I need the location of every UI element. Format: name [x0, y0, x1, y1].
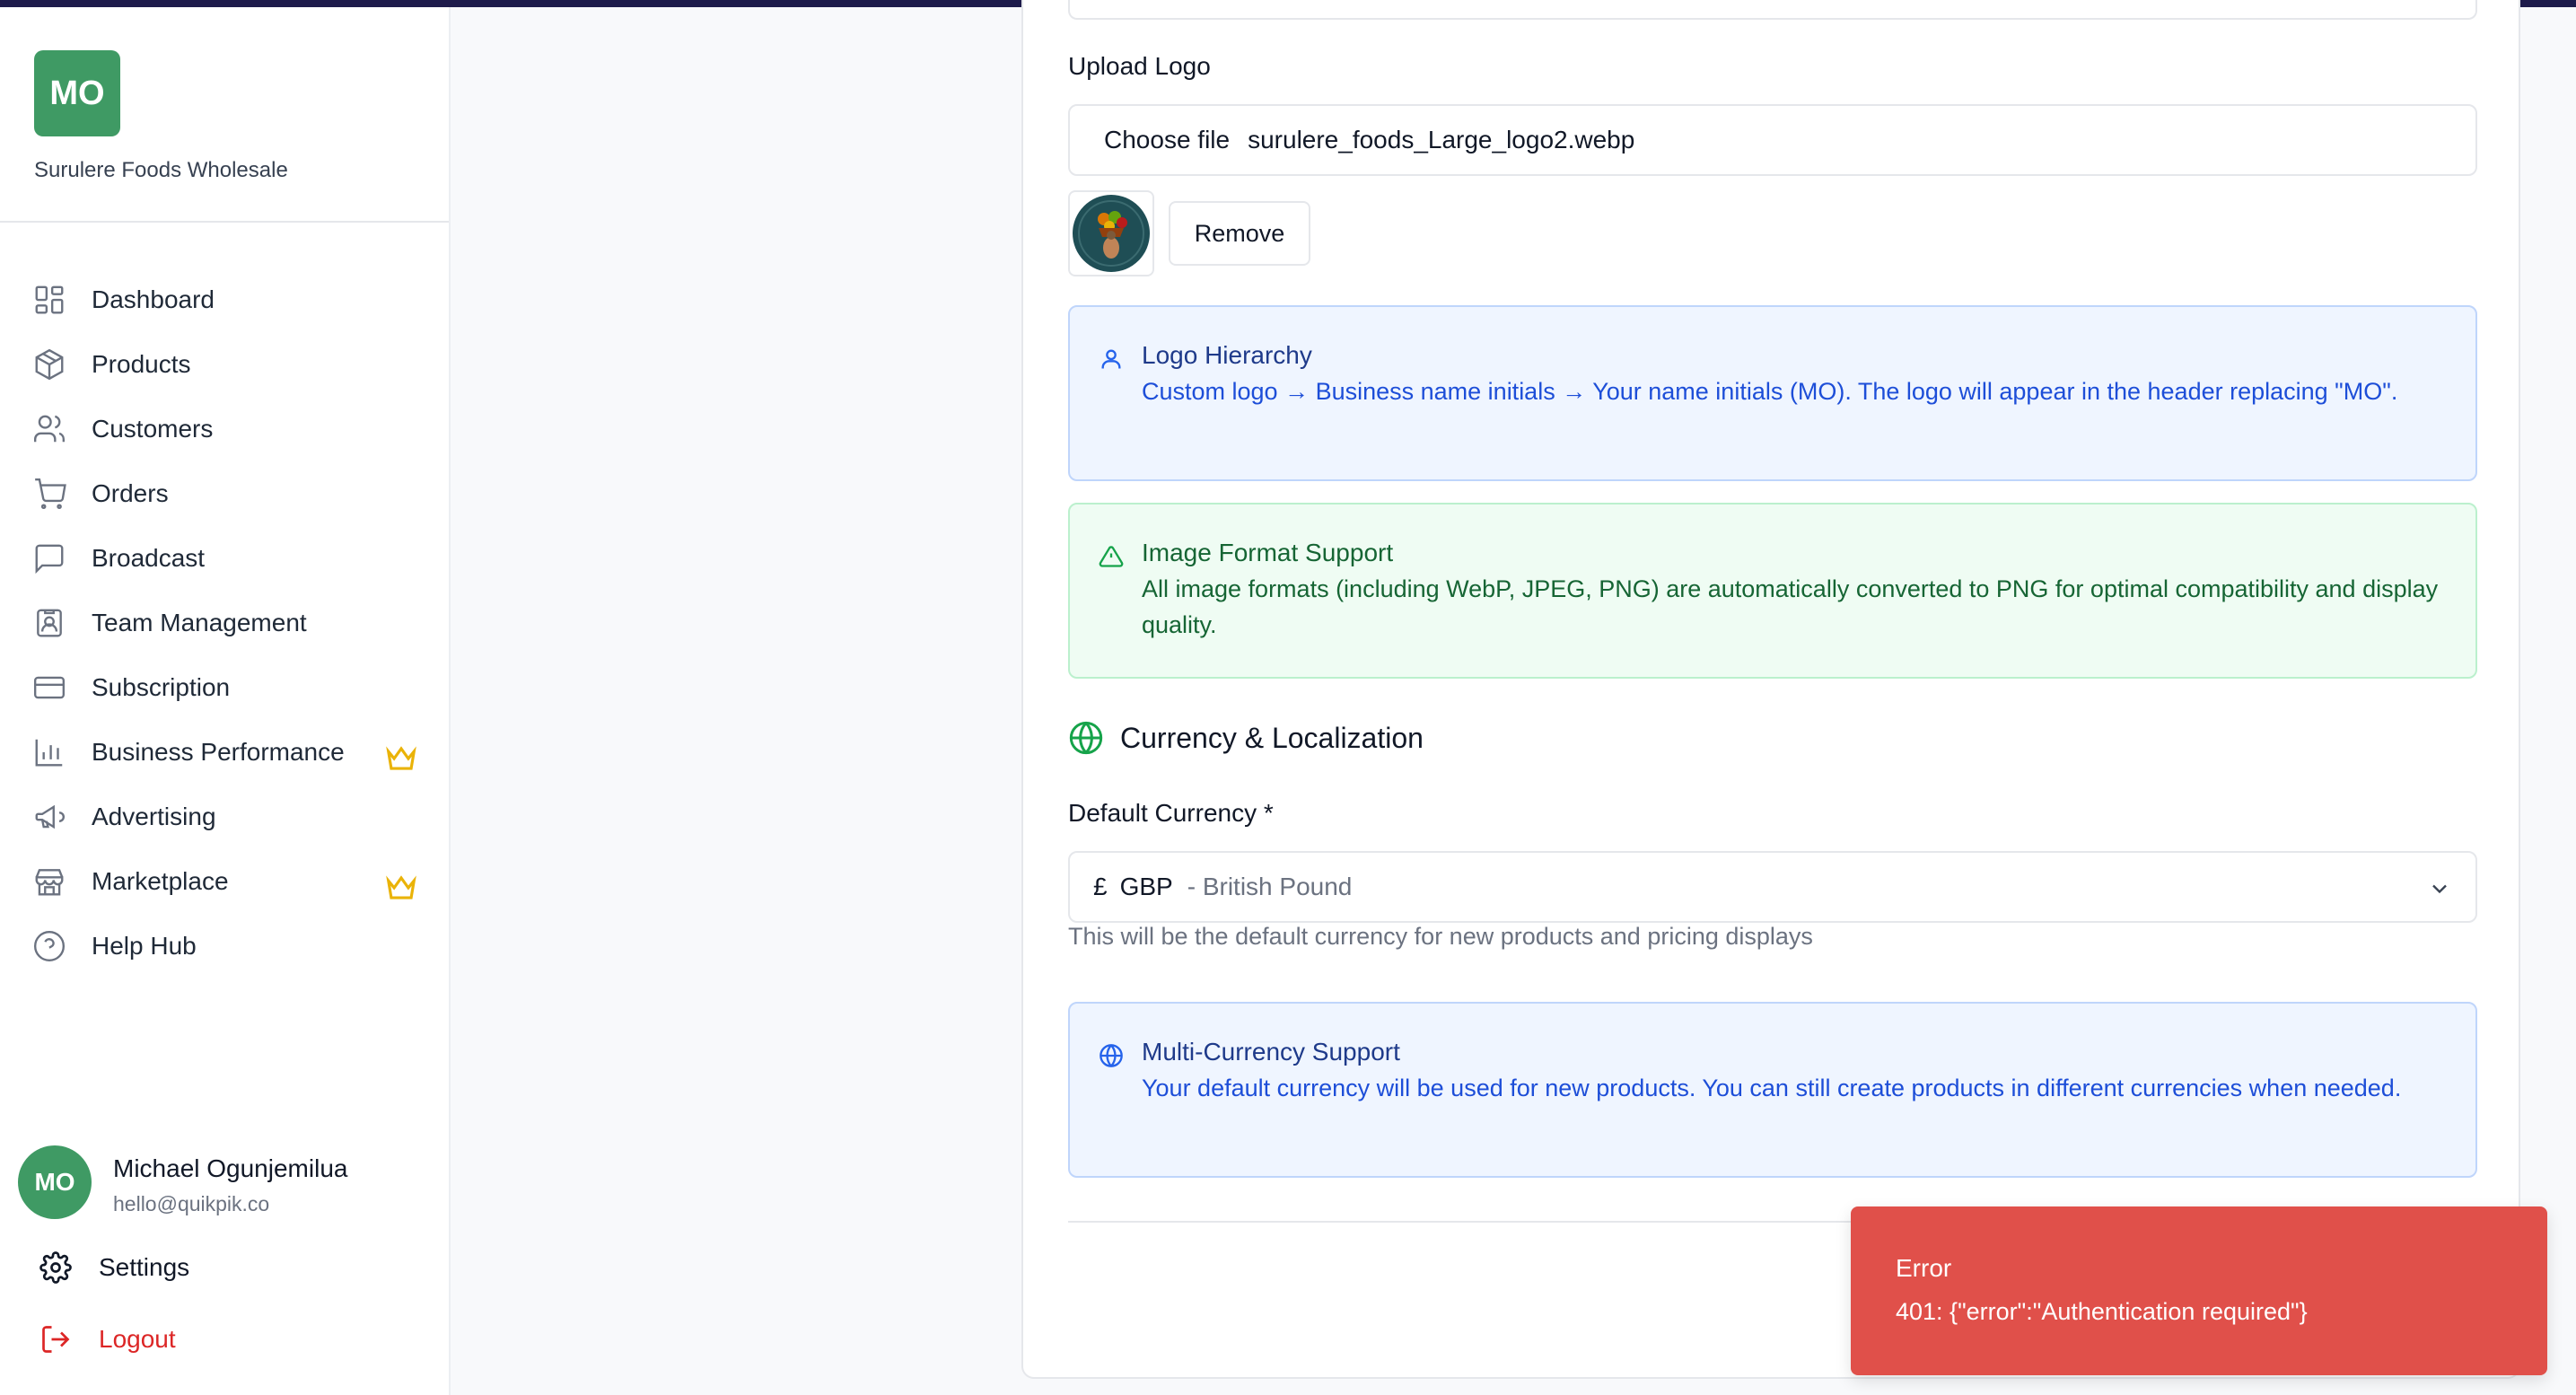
sidebar-item-label: Dashboard	[92, 285, 215, 313]
logout-link[interactable]: Logout	[39, 1323, 176, 1356]
section-title: Currency & Localization	[1120, 721, 1424, 754]
currency-hint: This will be the default currency for ne…	[1068, 923, 1813, 950]
sidebar-item-label: Subscription	[92, 673, 231, 701]
sidebar: MO Surulere Foods Wholesale Dashboard Pr…	[0, 7, 451, 1395]
sidebar-item-orders[interactable]: Orders	[32, 469, 418, 519]
store-icon	[35, 869, 64, 896]
sidebar-item-business-performance[interactable]: Business Performance	[32, 727, 418, 777]
avatar: MO	[18, 1145, 92, 1219]
sidebar-item-advertising[interactable]: Advertising	[32, 792, 418, 842]
message-icon	[35, 544, 64, 575]
default-currency-label: Default Currency *	[1068, 799, 1274, 827]
warning-triangle-icon	[1099, 546, 1124, 567]
chevron-down-icon	[2432, 884, 2447, 894]
box-icon	[35, 348, 64, 381]
settings-label: Settings	[99, 1253, 190, 1281]
sidebar-item-label: Products	[92, 350, 191, 378]
toast-title: Error	[1896, 1254, 1952, 1282]
credit-card-icon	[33, 676, 66, 699]
globe-icon	[1100, 1044, 1123, 1067]
file-name: surulere_foods_Large_logo2.webp	[1248, 126, 1635, 154]
logo-file-input[interactable]: Choose file surulere_foods_Large_logo2.w…	[1068, 104, 2477, 176]
sidebar-item-products[interactable]: Products	[32, 339, 418, 390]
bar-chart-icon	[35, 739, 63, 767]
brand: MO Surulere Foods Wholesale	[34, 50, 288, 182]
toast-message: 401: {"error":"Authentication required"}	[1896, 1298, 2308, 1325]
currency-name: - British Pound	[1187, 873, 1353, 900]
dashboard-icon	[35, 285, 64, 314]
help-circle-icon	[33, 930, 66, 962]
user-email: hello@quikpik.co	[113, 1192, 270, 1215]
currency-symbol: £	[1093, 873, 1108, 900]
alert-title: Multi-Currency Support	[1142, 1038, 1400, 1066]
sidebar-item-customers[interactable]: Customers	[32, 404, 418, 454]
brand-logo[interactable]: MO	[34, 50, 120, 136]
globe-icon	[1069, 721, 1103, 755]
logout-icon	[42, 1326, 70, 1353]
choose-file-button[interactable]: Choose file	[1104, 126, 1230, 154]
gear-icon	[39, 1251, 72, 1284]
alert-title: Logo Hierarchy	[1142, 341, 1312, 369]
team-badge-icon	[37, 609, 62, 637]
error-toast[interactable]: Error 401: {"error":"Authentication requ…	[1851, 1206, 2547, 1375]
settings-card: Upload Logo Choose file surulere_foods_L…	[1021, 0, 2520, 1379]
settings-link[interactable]: Settings	[39, 1251, 189, 1284]
logout-label: Logout	[99, 1325, 176, 1353]
user-profile[interactable]: MO Michael Ogunjemilua hello@quikpik.co	[18, 1145, 347, 1219]
currency-section-header: Currency & Localization	[1068, 720, 1424, 756]
sidebar-item-help-hub[interactable]: Help Hub	[32, 921, 418, 971]
currency-code: GBP	[1119, 873, 1173, 900]
alert-title: Image Format Support	[1142, 539, 1394, 566]
logo-hierarchy-alert: Logo Hierarchy Custom logo → Business na…	[1068, 305, 2477, 481]
crown-icon	[386, 875, 416, 899]
alert-text: Custom logo → Business name initials → Y…	[1142, 378, 2398, 405]
sidebar-item-subscription[interactable]: Subscription	[32, 662, 418, 713]
users-icon	[33, 415, 66, 443]
megaphone-icon	[35, 804, 65, 829]
sidebar-item-dashboard[interactable]: Dashboard	[32, 275, 418, 325]
sidebar-item-team-management[interactable]: Team Management	[32, 598, 418, 648]
remove-logo-button[interactable]: Remove	[1169, 201, 1310, 266]
user-icon	[1101, 349, 1121, 369]
upload-logo-label: Upload Logo	[1068, 52, 1211, 80]
alert-text: Your default currency will be used for n…	[1142, 1075, 2402, 1101]
sidebar-item-label: Advertising	[92, 803, 216, 830]
brand-name: Surulere Foods Wholesale	[34, 158, 288, 182]
sidebar-item-label: Customers	[92, 415, 214, 443]
sidebar-item-label: Business Performance	[92, 738, 345, 766]
previous-field[interactable]	[1068, 0, 2477, 20]
logo-preview	[1068, 190, 1154, 276]
sidebar-item-label: Orders	[92, 479, 169, 507]
logo-preview-image	[1073, 195, 1150, 272]
crown-icon	[386, 746, 416, 770]
image-format-alert: Image Format Support All image formats (…	[1068, 503, 2477, 679]
multi-currency-alert: Multi-Currency Support Your default curr…	[1068, 1002, 2477, 1178]
sidebar-item-label: Marketplace	[92, 867, 229, 895]
sidebar-divider	[0, 221, 449, 223]
sidebar-item-broadcast[interactable]: Broadcast	[32, 533, 418, 583]
sidebar-item-label: Help Hub	[92, 932, 197, 960]
cart-icon	[35, 478, 66, 510]
sidebar-item-label: Broadcast	[92, 544, 206, 572]
user-name: Michael Ogunjemilua	[113, 1154, 348, 1182]
sidebar-item-label: Team Management	[92, 609, 307, 636]
alert-text: All image formats (including WebP, JPEG,…	[1142, 575, 2439, 638]
default-currency-select[interactable]: £ GBP - British Pound	[1068, 851, 2477, 923]
sidebar-item-marketplace[interactable]: Marketplace	[32, 856, 418, 907]
